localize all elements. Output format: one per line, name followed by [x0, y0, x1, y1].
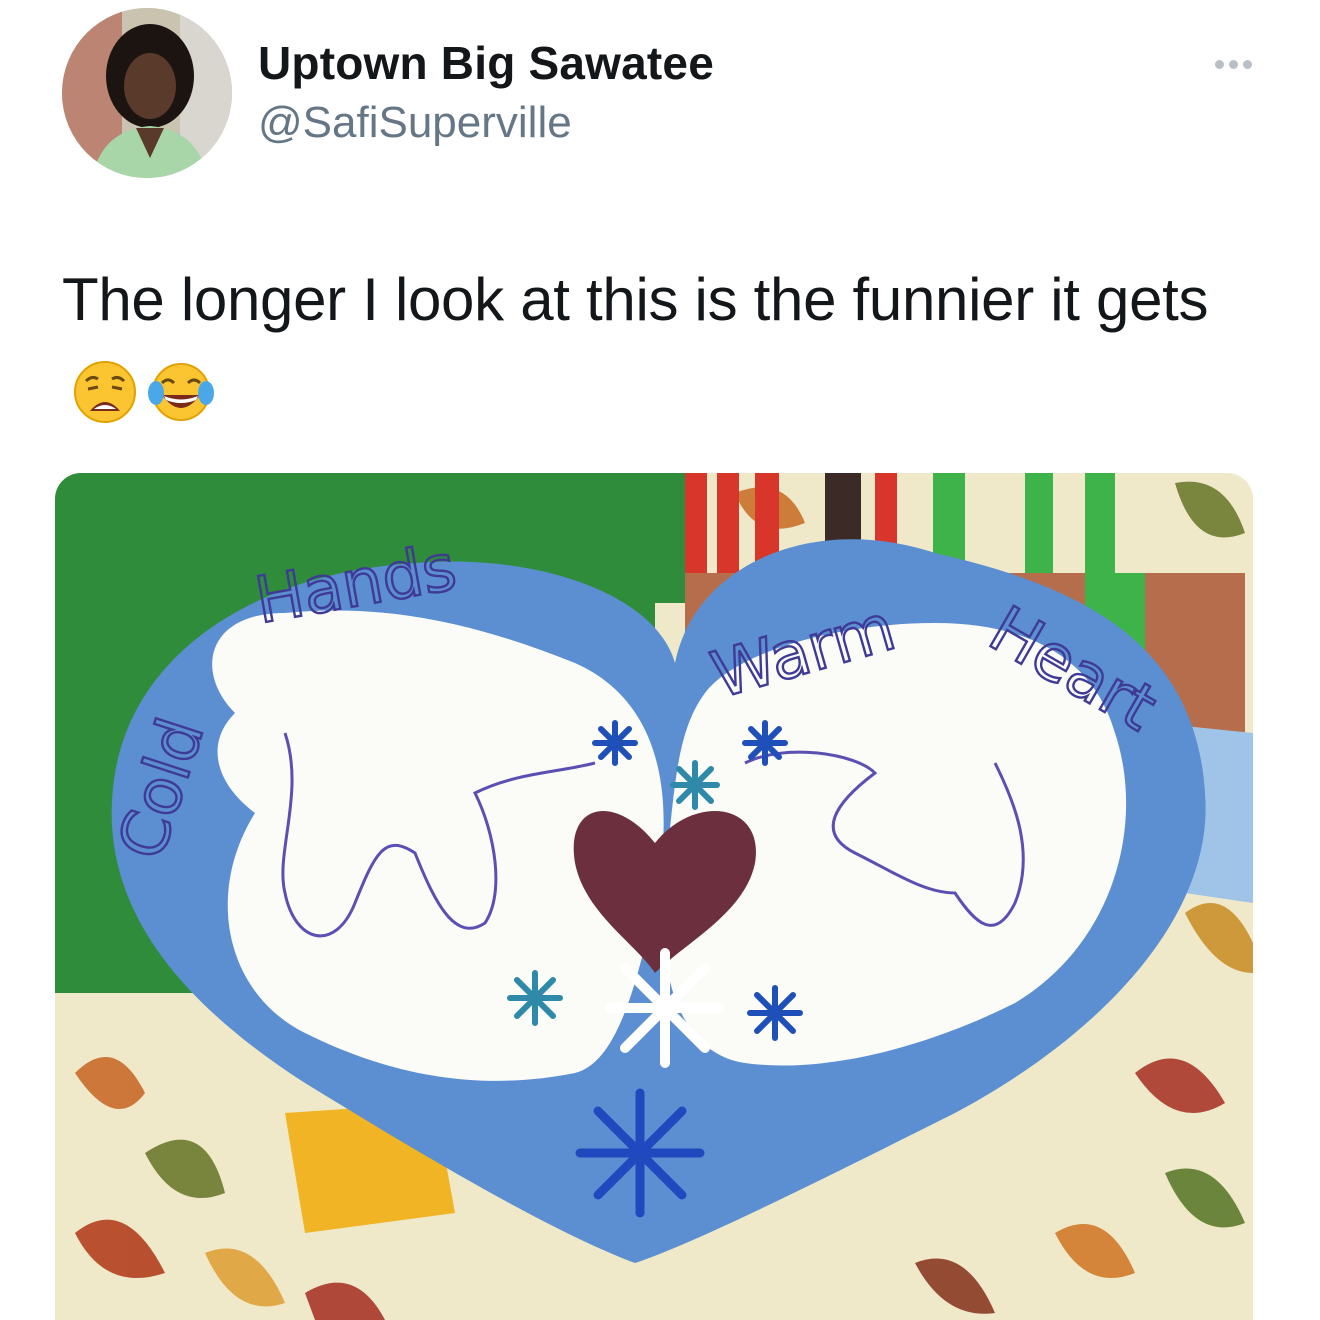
craft-photo: Cold Hands Warm Heart — [55, 473, 1253, 1320]
tweet-text: The longer I look at this is the funnier… — [62, 256, 1262, 432]
author-handle[interactable]: @SafiSuperville — [258, 98, 572, 148]
tweet-card: Uptown Big Sawatee @SafiSuperville The l… — [0, 0, 1320, 1320]
more-options-icon[interactable] — [1198, 44, 1268, 84]
tweet-media-photo[interactable]: Cold Hands Warm Heart — [55, 473, 1253, 1320]
profile-photo-icon — [62, 8, 232, 178]
face-with-tears-of-joy-emoji-icon — [148, 359, 214, 425]
tweet-text-body: The longer I look at this is the funnier… — [62, 266, 1209, 333]
author-display-name[interactable]: Uptown Big Sawatee — [258, 36, 714, 90]
author-avatar[interactable] — [62, 8, 232, 178]
weary-face-emoji-icon — [72, 359, 138, 425]
